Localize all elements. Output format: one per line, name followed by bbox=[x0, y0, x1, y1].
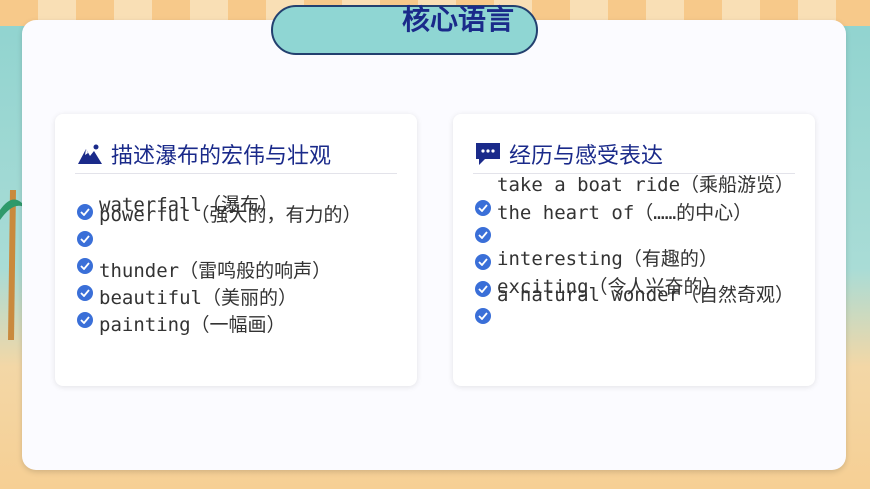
left-panel: 描述瀑布的宏伟与壮观 waterfall（瀑布） powerful（强大的，有力… bbox=[55, 114, 417, 386]
check-icon bbox=[77, 204, 93, 220]
check-icon bbox=[77, 231, 93, 247]
list-item: take a boat ride（乘船游览） bbox=[497, 174, 795, 196]
list-item: thunder（雷鸣般的响声） bbox=[99, 260, 332, 282]
check-icon bbox=[475, 308, 491, 324]
check-icon bbox=[77, 285, 93, 301]
check-icon bbox=[77, 258, 93, 274]
list-item: the heart of（……的中心） bbox=[497, 202, 753, 224]
right-panel-header: 经历与感受表达 bbox=[473, 134, 795, 174]
list-item: beautiful（美丽的） bbox=[99, 287, 297, 309]
list-item: a natural wonder（自然奇观） bbox=[497, 284, 795, 306]
check-icon bbox=[475, 227, 491, 243]
mountain-icon bbox=[75, 139, 105, 169]
check-icon bbox=[475, 254, 491, 270]
right-panel-heading: 经历与感受表达 bbox=[509, 143, 664, 169]
check-icon bbox=[475, 200, 491, 216]
list-item: powerful（强大的，有力的） bbox=[99, 204, 362, 226]
left-panel-header: 描述瀑布的宏伟与壮观 bbox=[75, 134, 397, 174]
check-icon bbox=[77, 312, 93, 328]
list-item: interesting（有趣的） bbox=[497, 248, 718, 270]
list-item: painting（一幅画） bbox=[99, 314, 286, 336]
check-icon bbox=[475, 281, 491, 297]
left-panel-heading: 描述瀑布的宏伟与壮观 bbox=[111, 143, 332, 169]
page-title: 核心语言 bbox=[401, 3, 514, 36]
title-pill: 核心语言 bbox=[271, 3, 538, 55]
chat-bubble-icon bbox=[473, 139, 503, 169]
right-panel: 经历与感受表达 take a boat ride（乘船游览） the heart… bbox=[453, 114, 815, 386]
